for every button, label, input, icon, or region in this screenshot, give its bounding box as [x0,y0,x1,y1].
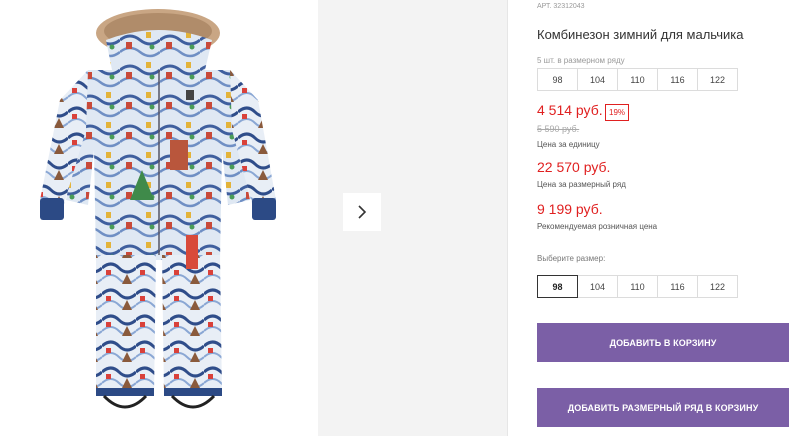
add-to-cart-button[interactable]: ДОБАВИТЬ В КОРЗИНУ [537,323,789,362]
pack-price: 22 570 руб. [537,159,611,175]
unit-price-label: Цена за единицу [537,140,600,149]
gallery-next-button[interactable] [343,193,381,231]
column-divider [507,0,508,436]
size-option-104[interactable]: 104 [577,275,618,298]
size-option-116[interactable]: 116 [657,275,698,298]
pack-size: 110 [617,68,658,91]
discount-badge: 19% [605,104,630,121]
unit-price: 4 514 руб. [537,102,603,118]
size-selector: 98 104 110 116 122 [537,275,738,298]
size-option-122[interactable]: 122 [697,275,738,298]
pack-price-label: Цена за размерный ряд [537,180,626,189]
pack-size: 116 [657,68,698,91]
chevron-right-icon [358,205,367,219]
product-image [0,0,318,436]
pack-size: 104 [577,68,618,91]
pack-caption: 5 шт. в размерном ряду [537,56,625,65]
pack-sizes: 98 104 110 116 122 [537,68,738,91]
retail-price: 9 199 руб. [537,201,603,217]
size-option-110[interactable]: 110 [617,275,658,298]
old-price: 5 590 руб. [537,124,580,134]
product-title: Комбинезон зимний для мальчика [537,27,744,42]
snowsuit-image [40,9,276,409]
pack-size: 122 [697,68,738,91]
article-number: АРТ. 32312043 [537,3,585,10]
retail-price-label: Рекомендуемая розничная цена [537,222,658,231]
pack-size: 98 [537,68,578,91]
size-select-caption: Выберите размер: [537,254,606,263]
size-option-98[interactable]: 98 [537,275,578,298]
product-info: АРТ. 32312043 Комбинезон зимний для маль… [537,0,800,436]
add-pack-to-cart-button[interactable]: ДОБАВИТЬ РАЗМЕРНЫЙ РЯД В КОРЗИНУ [537,388,789,427]
